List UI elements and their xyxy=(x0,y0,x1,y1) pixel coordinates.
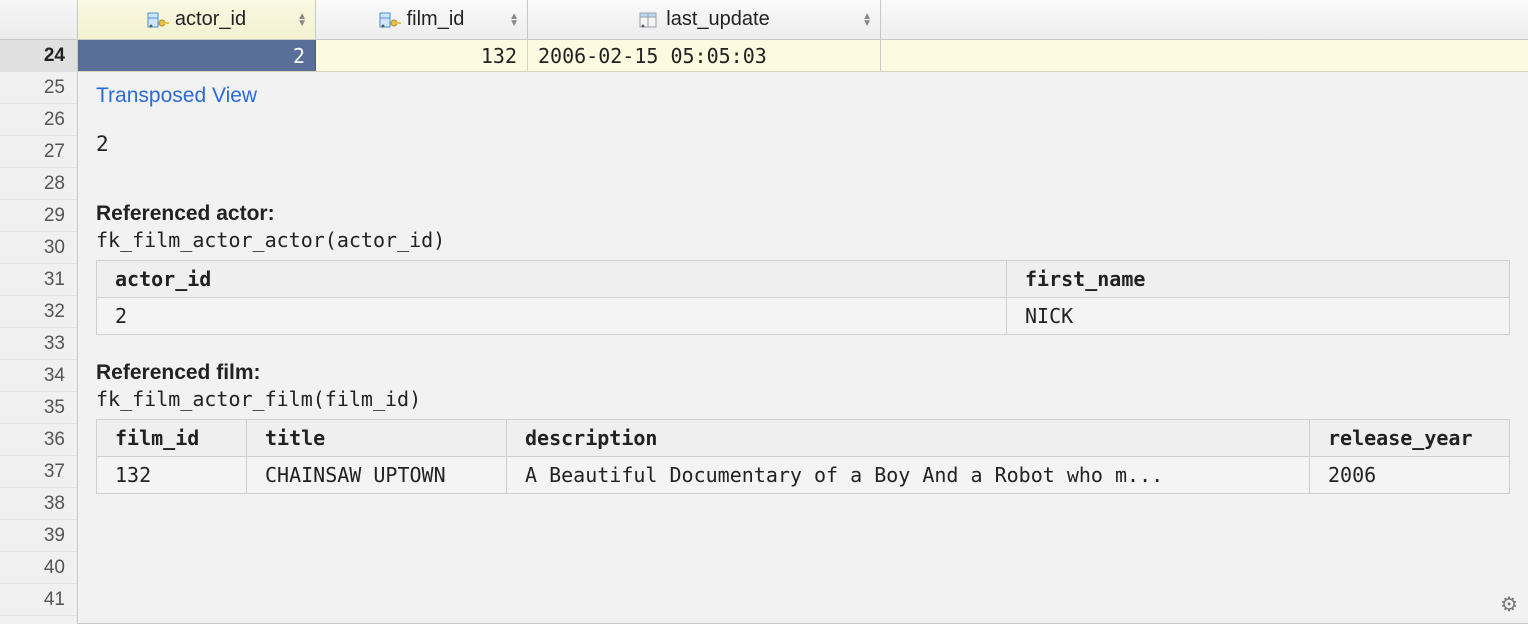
col-first-name[interactable]: first_name xyxy=(1007,261,1510,298)
gutter-row[interactable]: 40 xyxy=(0,552,77,584)
table-header-row: actor_id first_name xyxy=(97,261,1510,298)
selected-value: 2 xyxy=(96,132,1510,156)
gutter-row[interactable]: 35 xyxy=(0,392,77,424)
gutter-row[interactable]: 38 xyxy=(0,488,77,520)
gutter-row[interactable]: 32 xyxy=(0,296,77,328)
col-film-id[interactable]: film_id xyxy=(97,420,247,457)
ref-film-title: Referenced film: xyxy=(96,361,1510,385)
table-header-row: film_id title description release_year xyxy=(97,420,1510,457)
cell[interactable]: 132 xyxy=(97,457,247,494)
cell-last-update[interactable]: 2006-02-15 05:05:03 xyxy=(528,40,881,71)
content-area: 2 132 2006-02-15 05:05:03 Transposed Vie… xyxy=(78,40,1528,624)
column-header-actor-id[interactable]: actor_id ▲▼ xyxy=(78,0,316,39)
column-header-film-id[interactable]: film_id ▲▼ xyxy=(316,0,528,39)
col-release-year[interactable]: release_year xyxy=(1310,420,1510,457)
col-description[interactable]: description xyxy=(507,420,1310,457)
ref-actor-title: Referenced actor: xyxy=(96,202,1510,226)
table-column-icon xyxy=(638,10,660,30)
key-column-icon xyxy=(379,10,401,30)
cell[interactable]: CHAINSAW UPTOWN xyxy=(247,457,507,494)
col-title[interactable]: title xyxy=(247,420,507,457)
sort-toggle-icon[interactable]: ▲▼ xyxy=(297,13,307,27)
cell[interactable]: A Beautiful Documentary of a Boy And a R… xyxy=(507,457,1310,494)
ref-actor-fk: fk_film_actor_actor(actor_id) xyxy=(96,228,1510,252)
gutter-row[interactable]: 33 xyxy=(0,328,77,360)
cell[interactable]: 2 xyxy=(97,298,1007,335)
gutter-row[interactable]: 26 xyxy=(0,104,77,136)
gutter-row[interactable]: 25 xyxy=(0,72,77,104)
transposed-view-link[interactable]: Transposed View xyxy=(96,84,257,108)
gutter-row[interactable]: 28 xyxy=(0,168,77,200)
gutter-row[interactable]: 24 xyxy=(0,40,77,72)
column-label: actor_id xyxy=(175,8,246,31)
main-area: 242526272829303132333435363738394041 2 1… xyxy=(0,40,1528,624)
gutter-row[interactable]: 31 xyxy=(0,264,77,296)
referenced-actor-block: Referenced actor: fk_film_actor_actor(ac… xyxy=(96,202,1510,335)
gutter-corner xyxy=(0,0,78,39)
sort-toggle-icon[interactable]: ▲▼ xyxy=(509,13,519,27)
ref-film-table: film_id title description release_year 1… xyxy=(96,419,1510,494)
grid-header: actor_id ▲▼ film_id ▲▼ last_update ▲▼ xyxy=(0,0,1528,40)
table-row[interactable]: 132 CHAINSAW UPTOWN A Beautiful Document… xyxy=(97,457,1510,494)
col-actor-id[interactable]: actor_id xyxy=(97,261,1007,298)
gutter-row[interactable]: 41 xyxy=(0,584,77,616)
cell[interactable]: 2006 xyxy=(1310,457,1510,494)
gutter-row[interactable]: 30 xyxy=(0,232,77,264)
gutter-row[interactable]: 34 xyxy=(0,360,77,392)
table-row[interactable]: 2 132 2006-02-15 05:05:03 xyxy=(78,40,1528,72)
key-column-icon xyxy=(147,10,169,30)
gutter-row[interactable]: 36 xyxy=(0,424,77,456)
gutter-row[interactable]: 37 xyxy=(0,456,77,488)
table-row[interactable]: 2 NICK xyxy=(97,298,1510,335)
gutter-row[interactable]: 39 xyxy=(0,520,77,552)
column-label: film_id xyxy=(407,8,465,31)
detail-panel: Transposed View 2 Referenced actor: fk_f… xyxy=(78,72,1528,538)
referenced-film-block: Referenced film: fk_film_actor_film(film… xyxy=(96,361,1510,494)
ref-actor-table: actor_id first_name 2 NICK xyxy=(96,260,1510,335)
gear-icon[interactable]: ⚙ xyxy=(1500,592,1518,617)
column-header-last-update[interactable]: last_update ▲▼ xyxy=(528,0,881,39)
gutter-row[interactable]: 27 xyxy=(0,136,77,168)
row-gutter: 242526272829303132333435363738394041 xyxy=(0,40,78,624)
ref-film-fk: fk_film_actor_film(film_id) xyxy=(96,387,1510,411)
cell-actor-id[interactable]: 2 xyxy=(78,40,316,71)
column-label: last_update xyxy=(666,8,769,31)
cell-film-id[interactable]: 132 xyxy=(316,40,528,71)
sort-toggle-icon[interactable]: ▲▼ xyxy=(862,13,872,27)
cell[interactable]: NICK xyxy=(1007,298,1510,335)
gutter-row[interactable]: 29 xyxy=(0,200,77,232)
